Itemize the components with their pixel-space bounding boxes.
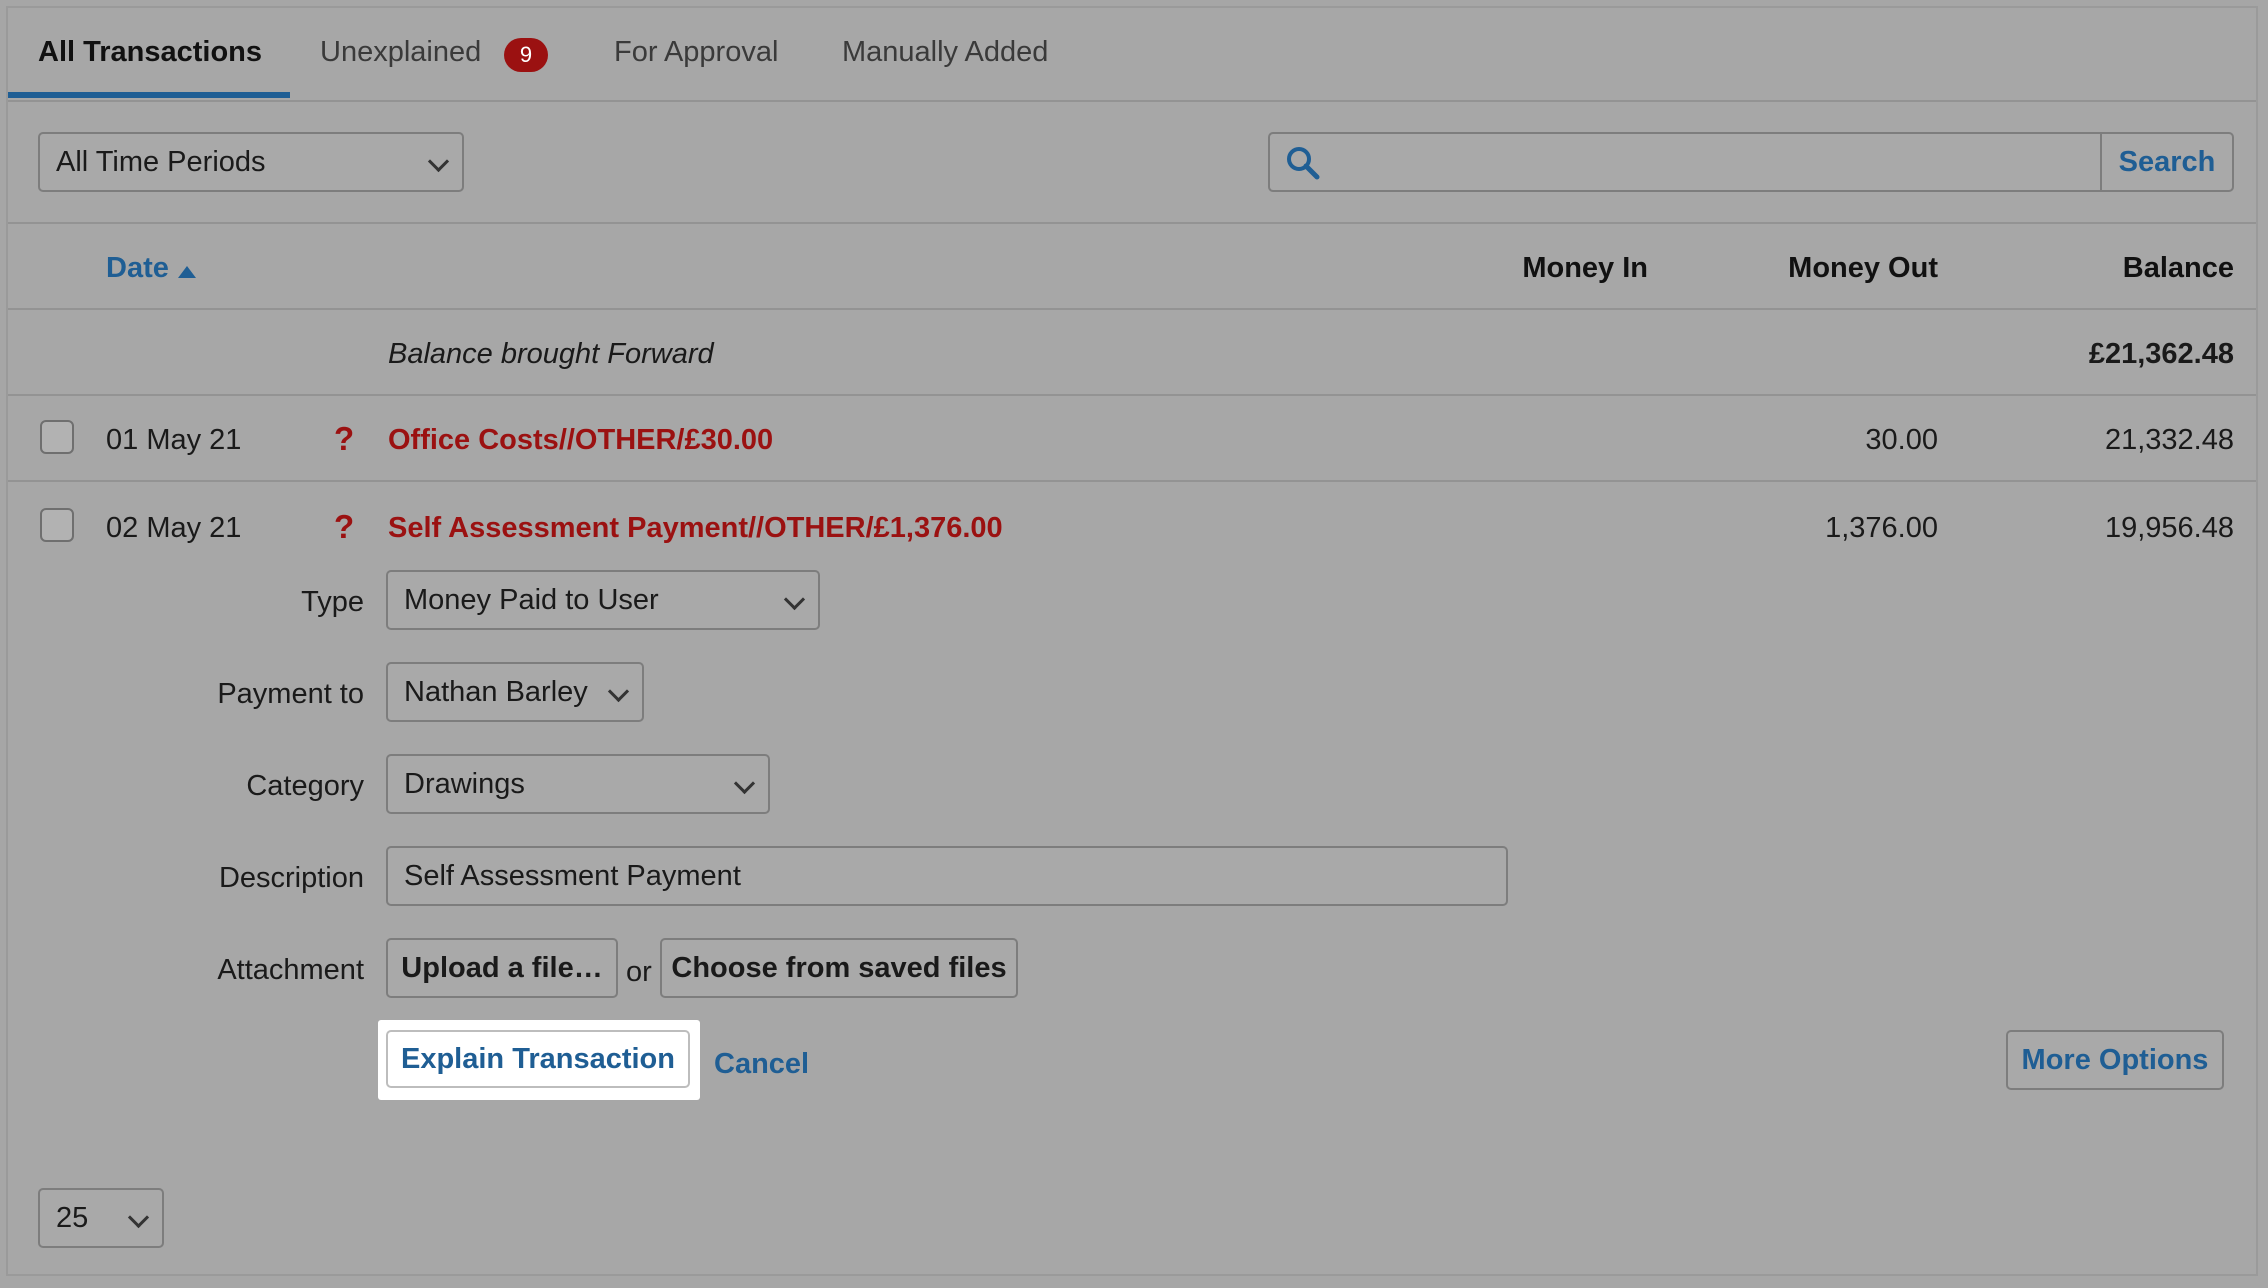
choose-saved-files-button[interactable]: Choose from saved files	[660, 938, 1018, 998]
per-page-select[interactable]: 25	[38, 1188, 164, 1248]
payment-to-select[interactable]: Nathan Barley	[386, 662, 644, 722]
row-checkbox[interactable]	[40, 420, 74, 454]
row-checkbox[interactable]	[40, 508, 74, 542]
transactions-panel: All Transactions Unexplained 9 For Appro…	[6, 6, 2258, 1276]
payment-to-value: Nathan Barley	[404, 676, 588, 708]
tab-bar: All Transactions Unexplained 9 For Appro…	[8, 8, 2256, 102]
divider	[8, 308, 2256, 310]
or-separator: or	[626, 956, 652, 988]
type-value: Money Paid to User	[404, 584, 659, 616]
unexplained-count-badge: 9	[504, 38, 548, 72]
balance-column-header: Balance	[2122, 252, 2234, 284]
category-select[interactable]: Drawings	[386, 754, 770, 814]
type-select[interactable]: Money Paid to User	[386, 570, 820, 630]
tab-manually-added[interactable]: Manually Added	[842, 36, 1048, 69]
category-label: Category	[246, 770, 364, 802]
money-out-column-header: Money Out	[1788, 252, 1938, 284]
row-balance: 19,956.48	[2104, 512, 2234, 544]
unexplained-question-icon: ?	[334, 508, 355, 545]
time-period-select[interactable]: All Time Periods	[38, 132, 464, 192]
row-balance: 21,332.48	[2104, 424, 2234, 456]
date-column-header[interactable]: Date	[106, 252, 169, 285]
upload-file-button[interactable]: Upload a file…	[386, 938, 618, 998]
explain-button-highlight: Explain Transaction	[378, 1020, 700, 1100]
unexplained-question-icon: ?	[334, 420, 355, 457]
row-date: 02 May 21	[106, 512, 242, 544]
more-options-button[interactable]: More Options	[2006, 1030, 2224, 1090]
description-input[interactable]: Self Assessment Payment	[386, 846, 1508, 906]
divider	[8, 222, 2256, 224]
balance-brought-forward-label: Balance brought Forward	[388, 338, 714, 370]
per-page-value: 25	[56, 1202, 89, 1234]
chevron-down-icon	[427, 150, 450, 173]
chevron-down-icon	[783, 588, 806, 611]
tab-unexplained[interactable]: Unexplained	[320, 36, 481, 69]
explain-transaction-button[interactable]: Explain Transaction	[386, 1030, 690, 1088]
divider	[8, 480, 2256, 482]
time-period-value: All Time Periods	[56, 146, 266, 178]
sort-ascending-icon	[178, 266, 196, 278]
row-date: 01 May 21	[106, 424, 242, 456]
category-value: Drawings	[404, 768, 525, 800]
chevron-down-icon	[127, 1206, 150, 1229]
row-money-out: 30.00	[1865, 424, 1938, 456]
row-description-link[interactable]: Office Costs//OTHER/£30.00	[388, 424, 773, 457]
active-tab-indicator	[8, 92, 290, 98]
row-description-link[interactable]: Self Assessment Payment//OTHER/£1,376.00	[388, 512, 1003, 545]
type-label: Type	[301, 586, 364, 618]
tab-for-approval[interactable]: For Approval	[614, 36, 778, 69]
chevron-down-icon	[733, 772, 756, 795]
search-input[interactable]	[1268, 132, 2108, 192]
money-in-column-header: Money In	[1522, 252, 1648, 284]
description-label: Description	[218, 862, 364, 894]
row-money-out: 1,376.00	[1825, 512, 1938, 544]
search-button[interactable]: Search	[2100, 132, 2234, 192]
divider	[8, 394, 2256, 396]
balance-brought-forward-value: £21,362.48	[2088, 338, 2234, 370]
tab-all-transactions[interactable]: All Transactions	[38, 36, 262, 69]
payment-to-label: Payment to	[217, 678, 364, 710]
search-icon	[1287, 147, 1320, 180]
cancel-link[interactable]: Cancel	[714, 1048, 809, 1081]
attachment-label: Attachment	[217, 954, 364, 986]
chevron-down-icon	[607, 680, 630, 703]
